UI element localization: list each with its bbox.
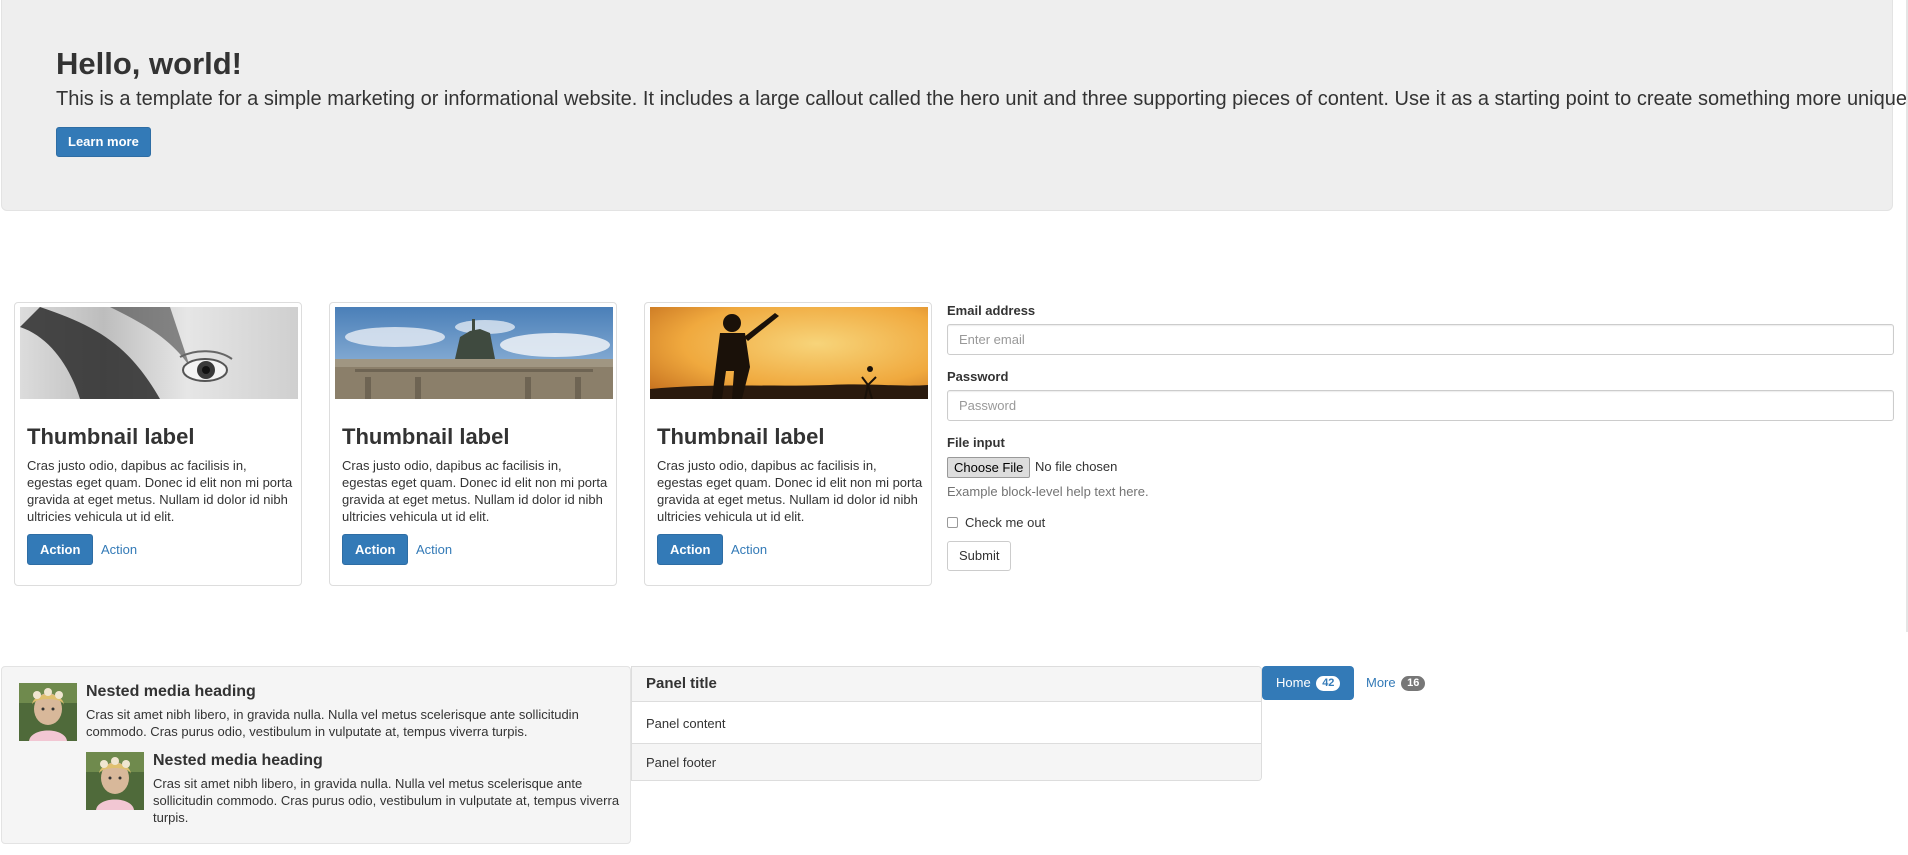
thumbnail-card: Thumbnail label Cras justo odio, dapibus…	[644, 302, 932, 586]
home-badge: 42	[1316, 676, 1341, 691]
jumbotron: Hello, world! This is a template for a s…	[1, 0, 1908, 211]
media-avatar	[19, 683, 77, 741]
thumbnail-title: Thumbnail label	[342, 424, 510, 449]
panel-heading: Panel title	[632, 667, 1261, 702]
panel-body: Panel content	[646, 716, 726, 731]
password-label: Password	[947, 369, 1009, 384]
panel: Panel title Panel content Panel footer	[631, 666, 1262, 781]
thumbnail-title: Thumbnail label	[27, 424, 195, 449]
action-link[interactable]: Action	[101, 542, 137, 557]
thumbnail-card: Thumbnail label Cras justo odio, dapibus…	[14, 302, 302, 586]
action-button[interactable]: Action	[27, 534, 94, 565]
submit-button[interactable]: Submit	[947, 541, 1012, 571]
action-link[interactable]: Action	[416, 542, 452, 557]
action-button[interactable]: Action	[342, 534, 409, 565]
pill-home-label: Home	[1276, 675, 1311, 690]
checkbox-label: Check me out	[965, 515, 1046, 530]
thumbnail-title: Thumbnail label	[657, 424, 825, 449]
panel-footer-text: Panel footer	[646, 755, 717, 770]
media-text: Cras sit amet nibh libero, in gravida nu…	[86, 707, 579, 739]
thumbnail-text: Cras justo odio, dapibus ac facilisis in…	[342, 458, 608, 524]
email-field[interactable]	[947, 324, 1894, 355]
thumbnail-image-gate	[335, 307, 613, 399]
media-text: Cras sit amet nibh libero, in gravida nu…	[153, 776, 620, 825]
panel-title: Panel title	[646, 675, 717, 692]
thumbnail-card: Thumbnail label Cras justo odio, dapibus…	[329, 302, 617, 586]
file-input-label: File input	[947, 435, 1005, 450]
choose-file-button[interactable]: Choose File	[947, 457, 1031, 478]
thumbnail-text: Cras justo odio, dapibus ac facilisis in…	[657, 458, 923, 524]
thumbnail-image-eye	[20, 307, 298, 399]
pill-more[interactable]: More 16	[1354, 666, 1437, 700]
media-heading: Nested media heading	[153, 752, 323, 769]
check-me-out-checkbox[interactable]	[947, 517, 958, 528]
learn-more-button[interactable]: Learn more	[56, 127, 151, 157]
media-well: Nested media heading Cras sit amet nibh …	[1, 666, 631, 844]
jumbotron-lead: This is a template for a simple marketin…	[56, 88, 1908, 110]
media-avatar	[86, 752, 144, 810]
file-status-text: No file chosen	[1035, 459, 1118, 474]
action-link[interactable]: Action	[731, 542, 767, 557]
jumbotron-title: Hello, world!	[56, 46, 242, 81]
password-field[interactable]	[947, 390, 1894, 421]
pill-home[interactable]: Home 42	[1262, 666, 1355, 700]
thumbnail-text: Cras justo odio, dapibus ac facilisis in…	[27, 458, 293, 524]
pill-more-label: More	[1366, 675, 1396, 690]
panel-footer: Panel footer	[632, 743, 1261, 780]
action-button[interactable]: Action	[657, 534, 724, 565]
more-badge: 16	[1401, 676, 1426, 691]
help-text: Example block-level help text here.	[947, 484, 1149, 499]
thumbnail-image-cricket	[650, 307, 928, 399]
media-heading: Nested media heading	[86, 683, 256, 700]
email-label: Email address	[947, 303, 1036, 318]
